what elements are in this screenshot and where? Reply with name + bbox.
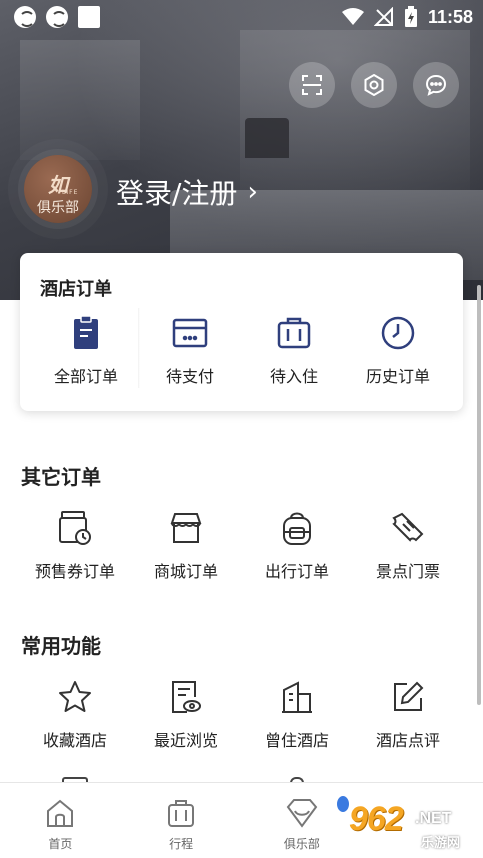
travel-bag-icon xyxy=(279,510,315,546)
common-functions-title: 常用功能 xyxy=(21,634,101,658)
status-time: 11:58 xyxy=(427,6,473,27)
common-function-label: 曾住酒店 xyxy=(264,731,329,750)
login-register-link[interactable]: 登录/注册 › xyxy=(116,172,258,212)
recent-browsing[interactable]: 最近浏览 xyxy=(131,679,241,751)
mall-orders[interactable]: 商城订单 xyxy=(131,510,241,582)
no-signal-icon xyxy=(373,7,393,26)
pending-payment-icon xyxy=(172,315,208,351)
battery-charging-icon xyxy=(404,6,417,27)
hotel-order-label: 待支付 xyxy=(165,367,214,386)
hotel-order-label: 待入住 xyxy=(269,367,318,386)
login-register-label: 登录/注册 xyxy=(116,177,238,210)
status-bar: 11:58 xyxy=(0,0,483,36)
watermark-dot xyxy=(337,796,349,812)
common-function-label: 酒店点评 xyxy=(375,731,440,750)
status-notifications xyxy=(14,6,100,28)
nav-label: 行程 xyxy=(169,837,194,851)
hotel-reviews[interactable]: 酒店点评 xyxy=(353,679,463,751)
watermark-number: 962 xyxy=(349,800,404,838)
travel-orders[interactable]: 出行订单 xyxy=(242,510,352,582)
common-function-label: 收藏酒店 xyxy=(42,731,107,750)
hotel-orders-title: 酒店订单 xyxy=(40,279,112,300)
browse-history-icon xyxy=(168,679,204,715)
notification-app-icon xyxy=(46,6,68,28)
common-function-label: 最近浏览 xyxy=(153,731,218,750)
mall-icon xyxy=(168,510,204,546)
message-button[interactable] xyxy=(413,62,459,108)
notification-square-icon xyxy=(78,6,100,28)
avatar[interactable]: 如 LIFE 俱乐部 xyxy=(24,155,92,223)
background-window xyxy=(20,40,140,160)
scan-icon xyxy=(302,75,322,95)
avatar-label: 俱乐部 xyxy=(37,200,79,216)
settings-icon xyxy=(364,74,384,96)
hotel-orders-card: 酒店订单 全部订单 待支付 待入住 历史订单 xyxy=(20,253,463,411)
attraction-tickets[interactable]: 景点门票 xyxy=(353,510,463,582)
home-icon xyxy=(47,799,74,827)
nav-label: 首页 xyxy=(48,837,73,851)
wifi-icon xyxy=(341,8,364,25)
hotel-order-label: 全部订单 xyxy=(53,367,118,386)
nav-trip[interactable]: 行程 xyxy=(121,783,242,858)
all-orders-icon xyxy=(68,315,104,351)
chevron-right-icon: › xyxy=(247,177,258,207)
history-orders-icon xyxy=(380,315,416,351)
notification-app-icon xyxy=(14,6,36,28)
other-order-label: 出行订单 xyxy=(264,562,329,581)
trip-luggage-icon xyxy=(168,800,195,827)
hotel-order-label: 历史订单 xyxy=(365,367,430,386)
hotel-orders-list: 全部订单 待支付 待入住 历史订单 xyxy=(36,315,448,387)
watermark-net: .NET xyxy=(415,810,452,827)
scan-button[interactable] xyxy=(289,62,335,108)
background-lamp xyxy=(245,118,289,158)
ticket-icon xyxy=(390,510,426,546)
hotel-order-history[interactable]: 历史订单 xyxy=(348,315,448,387)
presale-voucher-orders[interactable]: 预售券订单 xyxy=(20,510,130,582)
status-indicators: 11:58 xyxy=(341,6,473,28)
hotel-order-pending-checkin[interactable]: 待入住 xyxy=(244,315,344,387)
watermark-site-name: 乐游网 xyxy=(421,836,461,851)
other-order-label: 商城订单 xyxy=(153,562,218,581)
presale-voucher-icon xyxy=(57,510,93,546)
top-actions xyxy=(289,62,459,108)
other-orders-title: 其它订单 xyxy=(21,465,101,489)
nav-label: 俱乐部 xyxy=(283,837,320,851)
common-functions-grid: 收藏酒店 最近浏览 曾住酒店 酒店点评 xyxy=(20,679,463,751)
other-order-label: 景点门票 xyxy=(375,562,440,581)
message-icon xyxy=(425,74,447,96)
club-icon xyxy=(286,799,318,828)
avatar-logo: 如 xyxy=(48,173,68,197)
other-order-label: 预售券订单 xyxy=(34,562,115,581)
avatar-life-text: LIFE xyxy=(62,189,79,196)
past-stays[interactable]: 曾住酒店 xyxy=(242,679,352,751)
edit-review-icon xyxy=(390,679,426,715)
other-orders-grid: 预售券订单 商城订单 出行订单 景点门票 xyxy=(20,510,463,582)
nav-home[interactable]: 首页 xyxy=(0,783,121,858)
settings-button[interactable] xyxy=(351,62,397,108)
favorite-hotels[interactable]: 收藏酒店 xyxy=(20,679,130,751)
building-icon xyxy=(279,679,315,715)
hotel-order-all[interactable]: 全部订单 xyxy=(36,315,136,387)
star-icon xyxy=(57,679,93,715)
scrollbar[interactable] xyxy=(477,285,481,705)
pending-checkin-icon xyxy=(276,315,312,351)
background-wall xyxy=(240,30,470,190)
hotel-order-pending-payment[interactable]: 待支付 xyxy=(140,315,240,387)
watermark-logo: 962 .NET 乐游网 xyxy=(337,796,477,854)
